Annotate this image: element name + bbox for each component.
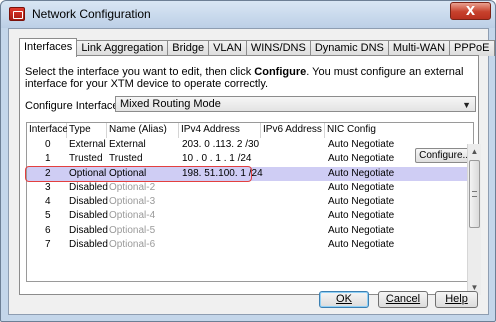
interfaces-table: Interface Type Name (Alias) IPv4 Address…	[26, 122, 474, 282]
cell-nic: Auto Negotiate	[328, 167, 395, 179]
tab-dynamic-dns[interactable]: Dynamic DNS	[309, 40, 389, 56]
cell-nic: Auto Negotiate	[328, 210, 395, 222]
dialog-body: Interfaces Link Aggregation Bridge VLAN …	[8, 28, 495, 315]
instructions-text: Select the interface you want to edit, t…	[25, 66, 475, 90]
cell-name: Trusted	[109, 153, 143, 165]
cell-type: External	[69, 139, 106, 150]
cell-name: External	[109, 139, 146, 150]
cell-type: Disabled	[69, 224, 108, 236]
tab-pppoe[interactable]: PPPoE	[449, 40, 495, 56]
ok-label: OK	[336, 293, 352, 305]
cell-type: Disabled	[69, 181, 108, 193]
help-label: Help	[445, 293, 468, 305]
cell-name: Optional	[109, 167, 147, 179]
grip-icon	[472, 191, 477, 197]
cell-nic: Auto Negotiate	[328, 224, 395, 236]
cell-name: Optional-3	[109, 196, 156, 208]
cell-interface: 0	[45, 139, 51, 150]
cell-ipv4: 203. 0 .113. 2 /30	[182, 139, 260, 150]
close-button[interactable]: X	[450, 2, 491, 20]
table-row[interactable]: 4 Disabled Optional-3 Auto Negotiate	[27, 195, 473, 209]
cell-interface: 6	[45, 224, 51, 236]
column-header-ipv4[interactable]: IPv4 Address	[179, 123, 261, 138]
instructions-bold: Configure	[254, 66, 307, 78]
routing-mode-value: Mixed Routing Mode	[120, 98, 221, 110]
tab-strip: Interfaces Link Aggregation Bridge VLAN …	[19, 38, 495, 57]
ok-button[interactable]: OK	[319, 291, 369, 308]
routing-mode-select[interactable]: Mixed Routing Mode ▼	[115, 96, 476, 112]
cell-name: Optional-2	[109, 181, 156, 193]
cell-name: Optional-5	[109, 224, 156, 236]
chevron-down-icon: ▼	[462, 100, 471, 110]
cell-interface: 2	[45, 167, 51, 179]
cell-nic: Auto Negotiate	[328, 153, 395, 165]
cell-type: Disabled	[69, 210, 108, 222]
cell-nic: Auto Negotiate	[328, 239, 395, 251]
cell-type: Disabled	[69, 239, 108, 251]
configure-button[interactable]: Configure...	[415, 148, 475, 163]
cell-ipv4: 198. 51.100. 1 /24	[182, 167, 263, 179]
tab-bridge[interactable]: Bridge	[167, 40, 210, 56]
cell-type: Optional	[69, 167, 107, 179]
cancel-button[interactable]: Cancel	[378, 291, 428, 308]
cell-name: Optional-4	[109, 210, 156, 222]
network-configuration-window: Network Configuration X Interfaces Link …	[0, 0, 496, 322]
table-row[interactable]: 0 External External 203. 0 .113. 2 /30 Auto …	[27, 138, 473, 152]
column-header-interface[interactable]: Interface	[27, 123, 68, 138]
column-header-name[interactable]: Name (Alias)	[107, 123, 179, 138]
scroll-up-icon[interactable]: ▲	[468, 145, 481, 158]
window-title: Network Configuration	[32, 7, 151, 21]
table-body: 0 External External 203. 0 .113. 2 /30 Auto …	[27, 138, 473, 252]
cancel-label: Cancel	[385, 293, 421, 305]
table-row[interactable]: 3 Disabled Optional-2 Auto Negotiate	[27, 181, 473, 195]
cell-interface: 4	[45, 196, 51, 208]
table-row[interactable]: 7 Disabled Optional-6 Auto Negotiate	[27, 238, 473, 252]
app-icon	[9, 7, 25, 21]
help-button[interactable]: Help	[435, 291, 478, 308]
tab-wins-dns[interactable]: WINS/DNS	[245, 40, 311, 56]
tab-link-aggregation[interactable]: Link Aggregation	[76, 40, 169, 56]
cell-name: Optional-6	[109, 239, 156, 251]
table-scrollbar[interactable]: ▲ ▼	[467, 144, 481, 295]
cell-interface: 7	[45, 239, 51, 251]
instructions-part1: Select the interface you want to edit, t…	[25, 66, 255, 78]
table-row[interactable]: 5 Disabled Optional-4 Auto Negotiate	[27, 209, 473, 223]
column-header-nic-config[interactable]: NIC Config	[325, 123, 389, 138]
tab-multi-wan[interactable]: Multi-WAN	[387, 40, 451, 56]
tab-vlan[interactable]: VLAN	[208, 40, 247, 56]
cell-type: Trusted	[69, 153, 103, 165]
cell-nic: Auto Negotiate	[328, 139, 395, 150]
tab-interfaces[interactable]: Interfaces	[19, 38, 78, 57]
cell-ipv4: 10 . 0 . 1 . 1 /24	[182, 153, 252, 165]
cell-nic: Auto Negotiate	[328, 181, 395, 193]
column-header-ipv6[interactable]: IPv6 Address	[261, 123, 325, 138]
interfaces-panel: Select the interface you want to edit, t…	[19, 55, 479, 295]
cell-interface: 3	[45, 181, 51, 193]
cell-interface: 1	[45, 153, 51, 165]
cell-interface: 5	[45, 210, 51, 222]
table-header: Interface Type Name (Alias) IPv4 Address…	[27, 123, 473, 138]
cell-type: Disabled	[69, 196, 108, 208]
table-row[interactable]: 6 Disabled Optional-5 Auto Negotiate	[27, 224, 473, 238]
title-bar[interactable]: Network Configuration X	[1, 1, 495, 28]
table-row[interactable]: 1 Trusted Trusted 10 . 0 . 1 . 1 /24 Auto Ne…	[27, 152, 473, 166]
table-row[interactable]: 2 Optional Optional 198. 51.100. 1 /24 Auto …	[27, 166, 473, 181]
scroll-thumb[interactable]	[469, 160, 480, 228]
column-header-type[interactable]: Type	[67, 123, 107, 138]
cell-nic: Auto Negotiate	[328, 196, 395, 208]
